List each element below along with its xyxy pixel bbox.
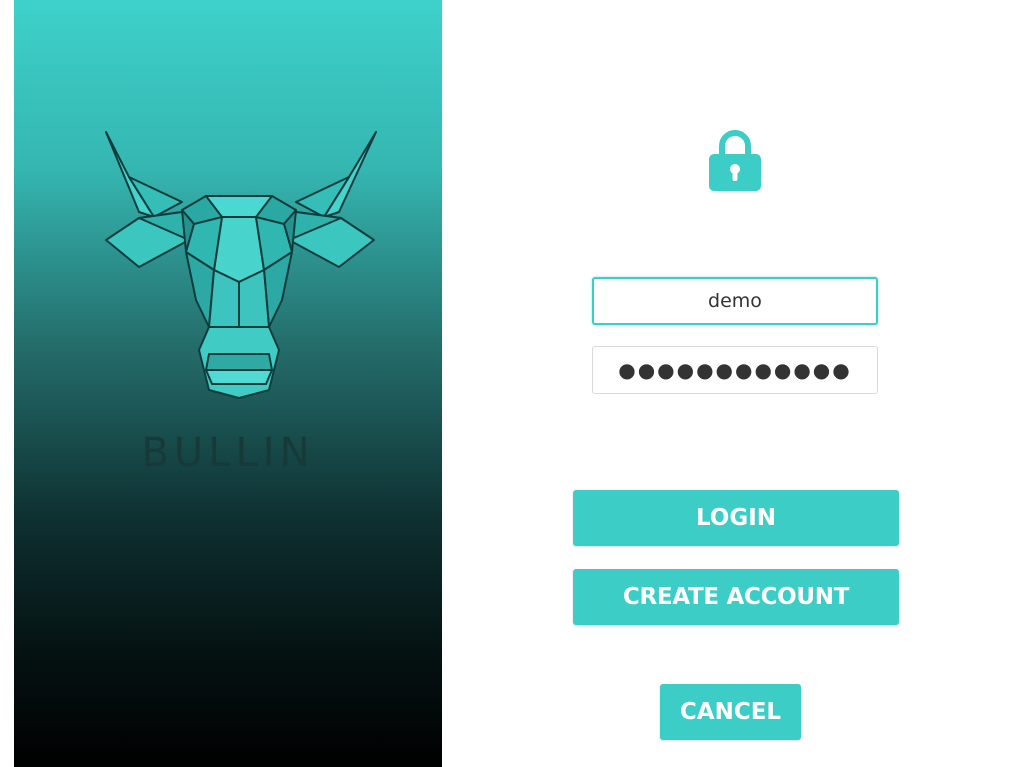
login-window: BULLIN LOGIN CREATE ACCOUNT CANCEL [0,0,1025,767]
username-input[interactable] [592,277,878,325]
brand-panel: BULLIN [14,0,442,767]
bull-logo-icon [105,131,377,399]
password-input[interactable] [592,346,878,394]
padlock-icon [709,130,761,191]
create-account-button[interactable]: CREATE ACCOUNT [573,569,899,625]
login-button[interactable]: LOGIN [573,490,899,546]
brand-name: BULLIN [141,430,315,476]
cancel-button[interactable]: CANCEL [660,684,801,740]
